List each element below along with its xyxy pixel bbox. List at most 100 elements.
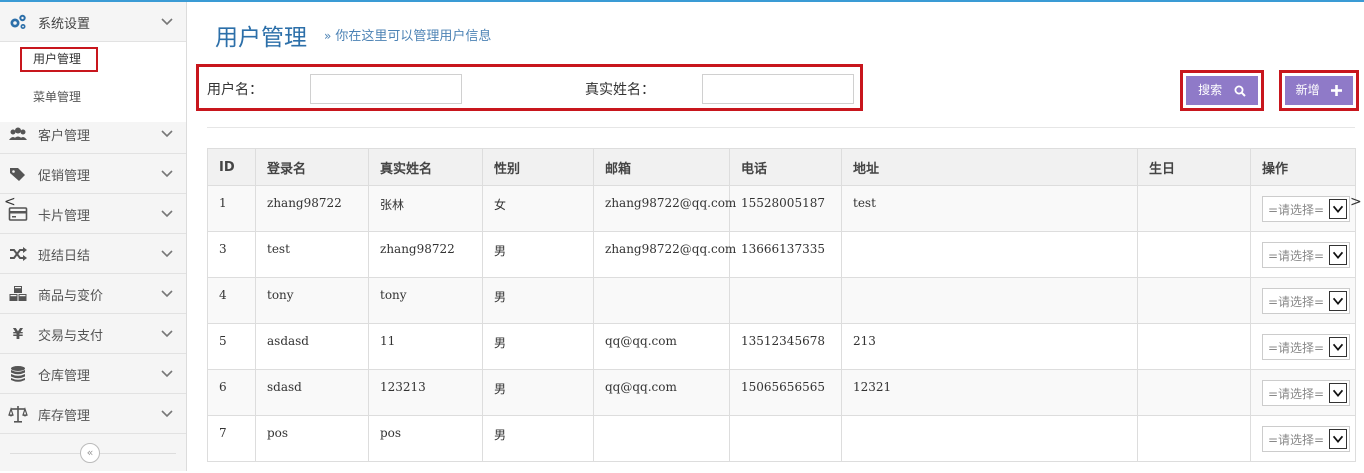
- sidebar-item-label: 促销管理: [38, 169, 91, 184]
- sidebar-collapse-button[interactable]: «: [80, 443, 100, 463]
- divider: [207, 127, 1355, 128]
- table-row: 4 tony tony 男 =请选择=: [207, 277, 1356, 324]
- cell-email: qq@qq.com: [593, 369, 730, 416]
- action-select[interactable]: =请选择=: [1262, 334, 1350, 360]
- cell-real-name: 11: [368, 323, 483, 370]
- sidebar-item-label: 商品与变价: [38, 289, 104, 304]
- realname-input[interactable]: [702, 74, 854, 104]
- cell-real-name: zhang98722: [368, 231, 483, 278]
- sidebar-item-label: 仓库管理: [38, 369, 91, 384]
- cell-login: test: [255, 231, 369, 278]
- sidebar-item-warehouse[interactable]: 仓库管理: [0, 354, 186, 394]
- sidebar-item-products-pricing[interactable]: 商品与变价: [0, 274, 186, 314]
- chevron-down-icon: [161, 290, 173, 298]
- cell-address: [841, 415, 1138, 462]
- chevron-down-icon: [1329, 245, 1347, 265]
- main-content: 用户管理 » 你在这里可以管理用户信息 用户名： 真实姓名： 搜索 新增 ID …: [187, 2, 1364, 471]
- cell-real-name: 123213: [368, 369, 483, 416]
- sidebar-item-customers[interactable]: 客户管理: [0, 114, 186, 154]
- chevron-down-icon: [161, 130, 173, 138]
- sidebar-item-transactions-payments[interactable]: ¥ 交易与支付: [0, 314, 186, 354]
- chevron-down-icon: [1329, 429, 1347, 449]
- chevron-down-icon: [161, 370, 173, 378]
- action-select-value: =请选择=: [1268, 341, 1325, 355]
- page-description: » 你在这里可以管理用户信息: [324, 25, 491, 44]
- action-select[interactable]: =请选择=: [1262, 242, 1350, 268]
- scroll-left-arrow[interactable]: <: [4, 194, 16, 210]
- page-title: 用户管理: [215, 25, 307, 51]
- action-select-value: =请选择=: [1268, 203, 1325, 217]
- tags-icon: [10, 168, 25, 181]
- cell-login: pos: [255, 415, 369, 462]
- search-form: 用户名： 真实姓名：: [196, 64, 863, 111]
- sidebar-item-promotions[interactable]: 促销管理: [0, 154, 186, 194]
- table-row: 7 pos pos 男 =请选择=: [207, 415, 1356, 462]
- column-header-birthday: 生日: [1137, 148, 1251, 186]
- gears-icon: [10, 14, 26, 29]
- chevron-down-icon: [161, 18, 173, 26]
- cell-gender: 男: [482, 415, 594, 462]
- action-select[interactable]: =请选择=: [1262, 196, 1350, 222]
- cell-real-name: tony: [368, 277, 483, 324]
- table-header-row: ID 登录名 真实姓名 性别 邮箱 电话 地址 生日 操作: [207, 148, 1356, 186]
- cell-real-name: pos: [368, 415, 483, 462]
- chevron-down-icon: [1329, 383, 1347, 403]
- cell-id: 7: [207, 415, 256, 462]
- action-select-value: =请选择=: [1268, 295, 1325, 309]
- cell-address: 213: [841, 323, 1138, 370]
- cell-birthday: [1137, 231, 1251, 278]
- search-icon: [1234, 85, 1246, 97]
- column-header-gender: 性别: [482, 148, 594, 186]
- action-select[interactable]: =请选择=: [1262, 380, 1350, 406]
- chevron-down-icon: [1329, 337, 1347, 357]
- cell-birthday: [1137, 415, 1251, 462]
- cell-birthday: [1137, 369, 1251, 416]
- column-header-email: 邮箱: [593, 148, 730, 186]
- column-header-login: 登录名: [255, 148, 369, 186]
- add-button[interactable]: 新增: [1285, 76, 1353, 105]
- submenu-system-settings: 用户管理 菜单管理: [0, 42, 186, 122]
- cell-email: [593, 415, 730, 462]
- search-button[interactable]: 搜索: [1186, 76, 1258, 105]
- chevron-down-icon: [161, 410, 173, 418]
- cell-id: 4: [207, 277, 256, 324]
- cell-phone: 13666137335: [729, 231, 842, 278]
- sidebar-item-inventory[interactable]: 库存管理: [0, 394, 186, 434]
- username-label: 用户名：: [207, 82, 263, 98]
- action-select-value: =请选择=: [1268, 249, 1325, 263]
- cell-phone: 15065656565: [729, 369, 842, 416]
- sidebar-item-cards[interactable]: 卡片管理: [0, 194, 186, 234]
- sidebar-item-label: 卡片管理: [38, 209, 91, 224]
- sidebar-item-label: 系统设置: [38, 17, 91, 32]
- realname-label: 真实姓名：: [585, 82, 655, 98]
- username-input[interactable]: [310, 74, 462, 104]
- sidebar-item-shift-settlement[interactable]: 班结日结: [0, 234, 186, 274]
- cell-email: [593, 277, 730, 324]
- cell-gender: 男: [482, 369, 594, 416]
- action-select-value: =请选择=: [1268, 387, 1325, 401]
- cell-address: test: [841, 185, 1138, 232]
- action-select[interactable]: =请选择=: [1262, 426, 1350, 452]
- search-button-frame: 搜索: [1180, 70, 1264, 111]
- balance-scale-icon: [8, 406, 28, 423]
- cubes-icon: [9, 286, 27, 301]
- add-button-frame: 新增: [1279, 70, 1359, 111]
- user-table-container: ID 登录名 真实姓名 性别 邮箱 电话 地址 生日 操作 1 zhang987…: [207, 148, 1356, 462]
- sidebar-item-system-settings[interactable]: 系统设置: [0, 2, 186, 42]
- scroll-right-arrow[interactable]: >: [1350, 194, 1362, 210]
- submenu-item-menu-management[interactable]: 菜单管理: [33, 88, 81, 105]
- yen-icon: ¥: [12, 325, 24, 343]
- cell-gender: 男: [482, 231, 594, 278]
- chevron-down-icon: [161, 210, 173, 218]
- column-header-address: 地址: [841, 148, 1138, 186]
- search-button-label: 搜索: [1198, 83, 1223, 97]
- chevron-down-icon: [1329, 291, 1347, 311]
- cell-actions: =请选择=: [1250, 415, 1356, 462]
- cell-login: sdasd: [255, 369, 369, 416]
- action-select[interactable]: =请选择=: [1262, 288, 1350, 314]
- cell-gender: 男: [482, 277, 594, 324]
- submenu-item-user-management[interactable]: 用户管理: [20, 47, 98, 72]
- cell-phone: [729, 415, 842, 462]
- cell-email: zhang98722@qq.com: [593, 231, 736, 278]
- cell-birthday: [1137, 185, 1251, 232]
